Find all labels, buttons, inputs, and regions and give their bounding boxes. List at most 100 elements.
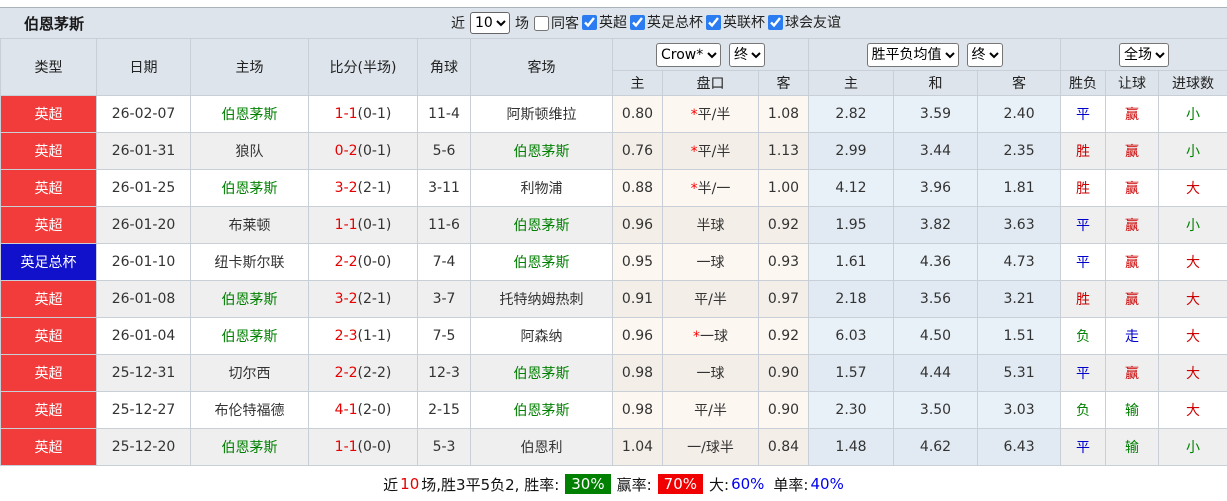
page-title: 伯恩茅斯 bbox=[24, 14, 85, 33]
scope-select[interactable]: 全场 bbox=[1119, 42, 1170, 67]
mean-draw: 4.36 bbox=[893, 243, 979, 281]
odds-away: 0.90 bbox=[757, 354, 810, 392]
odds-away: 0.93 bbox=[757, 243, 810, 281]
handicap: *平/半 bbox=[662, 132, 759, 170]
away-team: 托特纳姆热刺 bbox=[470, 280, 613, 318]
mean-type-select[interactable]: 胜平负均值 bbox=[866, 42, 959, 67]
handicap: 一/球半 bbox=[662, 428, 759, 466]
away-team: 伯恩茅斯 bbox=[470, 132, 613, 170]
corners: 3-11 bbox=[417, 169, 471, 207]
odds-away: 0.84 bbox=[757, 428, 810, 466]
competition-filters: 英超 英足总杯 英联杯 球会友谊 bbox=[580, 12, 842, 34]
corners: 5-6 bbox=[417, 132, 471, 170]
goals: 大 bbox=[1158, 354, 1227, 392]
away-team: 伯恩利 bbox=[470, 428, 613, 466]
result: 平 bbox=[1060, 206, 1107, 244]
score: 2-2(2-2) bbox=[308, 354, 418, 392]
handicap-win-label: 赢率: bbox=[616, 475, 652, 494]
competition-checkbox[interactable] bbox=[706, 14, 721, 30]
match-date: 26-01-10 bbox=[96, 243, 191, 281]
filter-bar: 近 10 场 同客 英超 英足总杯 英联杯 球会友谊 bbox=[448, 8, 842, 38]
score: 4-1(2-0) bbox=[308, 391, 418, 429]
same-away-filter[interactable]: 同客 bbox=[532, 13, 579, 33]
home-team: 布莱顿 bbox=[190, 206, 309, 244]
mean-home: 6.03 bbox=[808, 317, 895, 355]
handicap-result: 赢 bbox=[1105, 132, 1160, 170]
table-row: 英超 26-01-04 伯恩茅斯 2-3(1-1) 7-5 阿森纳 0.96 *一球 0.92 6… bbox=[0, 317, 1227, 355]
odds-home: 0.80 bbox=[612, 95, 663, 133]
handicap: *半/一 bbox=[662, 169, 759, 207]
competition-label: 球会友谊 bbox=[785, 15, 841, 32]
handicap-result: 赢 bbox=[1105, 206, 1160, 244]
match-type: 英超 bbox=[0, 169, 97, 207]
odds-home: 0.98 bbox=[612, 354, 663, 392]
result: 负 bbox=[1060, 317, 1107, 355]
odds-time-select[interactable]: 终 bbox=[729, 42, 765, 67]
competition-filter[interactable]: 英联杯 bbox=[704, 12, 765, 32]
handicap: *一球 bbox=[662, 317, 759, 355]
home-team: 纽卡斯尔联 bbox=[190, 243, 309, 281]
odds-away: 0.90 bbox=[757, 391, 810, 429]
odds-away: 1.13 bbox=[757, 132, 810, 170]
footer-near-count: 10 bbox=[400, 475, 420, 493]
footer-summary: 场,胜3平5负2, 胜率: bbox=[421, 475, 560, 494]
match-date: 26-01-04 bbox=[96, 317, 191, 355]
handicap-result: 输 bbox=[1105, 428, 1160, 466]
col-header-score: 比分(半场) bbox=[308, 38, 418, 96]
competition-filter[interactable]: 英超 bbox=[580, 12, 627, 32]
away-team: 阿森纳 bbox=[470, 317, 613, 355]
match-type: 英超 bbox=[0, 95, 97, 133]
away-team: 伯恩茅斯 bbox=[470, 206, 613, 244]
match-type: 英超 bbox=[0, 280, 97, 318]
mean-away: 5.31 bbox=[977, 354, 1062, 392]
mean-home: 1.57 bbox=[808, 354, 895, 392]
competition-checkbox[interactable] bbox=[768, 14, 783, 30]
odds-away: 0.92 bbox=[757, 317, 810, 355]
competition-filter[interactable]: 英足总杯 bbox=[628, 12, 703, 32]
odds-source-select[interactable]: Crow* bbox=[656, 42, 721, 67]
competition-checkbox[interactable] bbox=[630, 14, 645, 30]
goals: 大 bbox=[1158, 317, 1227, 355]
corners: 7-5 bbox=[417, 317, 471, 355]
score: 1-1(0-1) bbox=[308, 206, 418, 244]
match-count-select[interactable]: 10 bbox=[470, 12, 510, 34]
mean-draw: 4.62 bbox=[893, 428, 979, 466]
handicap-result: 赢 bbox=[1105, 243, 1160, 281]
home-team: 伯恩茅斯 bbox=[190, 428, 309, 466]
handicap: 平/半 bbox=[662, 280, 759, 318]
sub-header-mean-draw: 和 bbox=[893, 70, 979, 96]
competition-filter[interactable]: 球会友谊 bbox=[766, 12, 841, 32]
match-date: 26-01-20 bbox=[96, 206, 191, 244]
away-team: 伯恩茅斯 bbox=[470, 243, 613, 281]
handicap-result: 赢 bbox=[1105, 95, 1160, 133]
sub-header-handicap: 盘口 bbox=[662, 70, 759, 96]
goals: 小 bbox=[1158, 428, 1227, 466]
competition-checkbox[interactable] bbox=[582, 14, 597, 30]
away-team: 伯恩茅斯 bbox=[470, 354, 613, 392]
home-team: 伯恩茅斯 bbox=[190, 280, 309, 318]
sub-header-result: 胜负 bbox=[1060, 70, 1107, 96]
match-history-table: 类型 日期 主场 比分(半场) 角球 客场 Crow* 终 胜平负均值 终 全场… bbox=[0, 38, 1227, 466]
odds-group-header: Crow* 终 bbox=[611, 38, 810, 71]
mean-time-select[interactable]: 终 bbox=[966, 42, 1003, 67]
result: 胜 bbox=[1060, 132, 1107, 170]
match-type: 英超 bbox=[0, 354, 97, 392]
handicap-result: 赢 bbox=[1105, 354, 1160, 392]
mean-away: 1.51 bbox=[977, 317, 1062, 355]
col-header-corners: 角球 bbox=[417, 38, 471, 96]
goals: 大 bbox=[1158, 280, 1227, 318]
goals: 小 bbox=[1158, 95, 1227, 133]
odds-away: 1.08 bbox=[757, 95, 810, 133]
goals: 大 bbox=[1158, 243, 1227, 281]
odds-home: 0.95 bbox=[612, 243, 663, 281]
table-row: 英超 26-01-25 伯恩茅斯 3-2(2-1) 3-11 利物浦 0.88 *半/一 1.0… bbox=[0, 169, 1227, 207]
score: 3-2(2-1) bbox=[308, 280, 418, 318]
match-date: 26-01-08 bbox=[96, 280, 191, 318]
home-team: 狼队 bbox=[190, 132, 309, 170]
sub-header-odds-home: 主 bbox=[612, 70, 663, 96]
mean-away: 3.03 bbox=[977, 391, 1062, 429]
mean-home: 2.18 bbox=[808, 280, 895, 318]
mean-draw: 3.44 bbox=[893, 132, 979, 170]
summary-footer: 近 10 场,胜3平5负2, 胜率: 30% 赢率: 70% 大: 60% 单率: 40… bbox=[0, 466, 1227, 501]
same-away-checkbox[interactable] bbox=[534, 15, 549, 31]
